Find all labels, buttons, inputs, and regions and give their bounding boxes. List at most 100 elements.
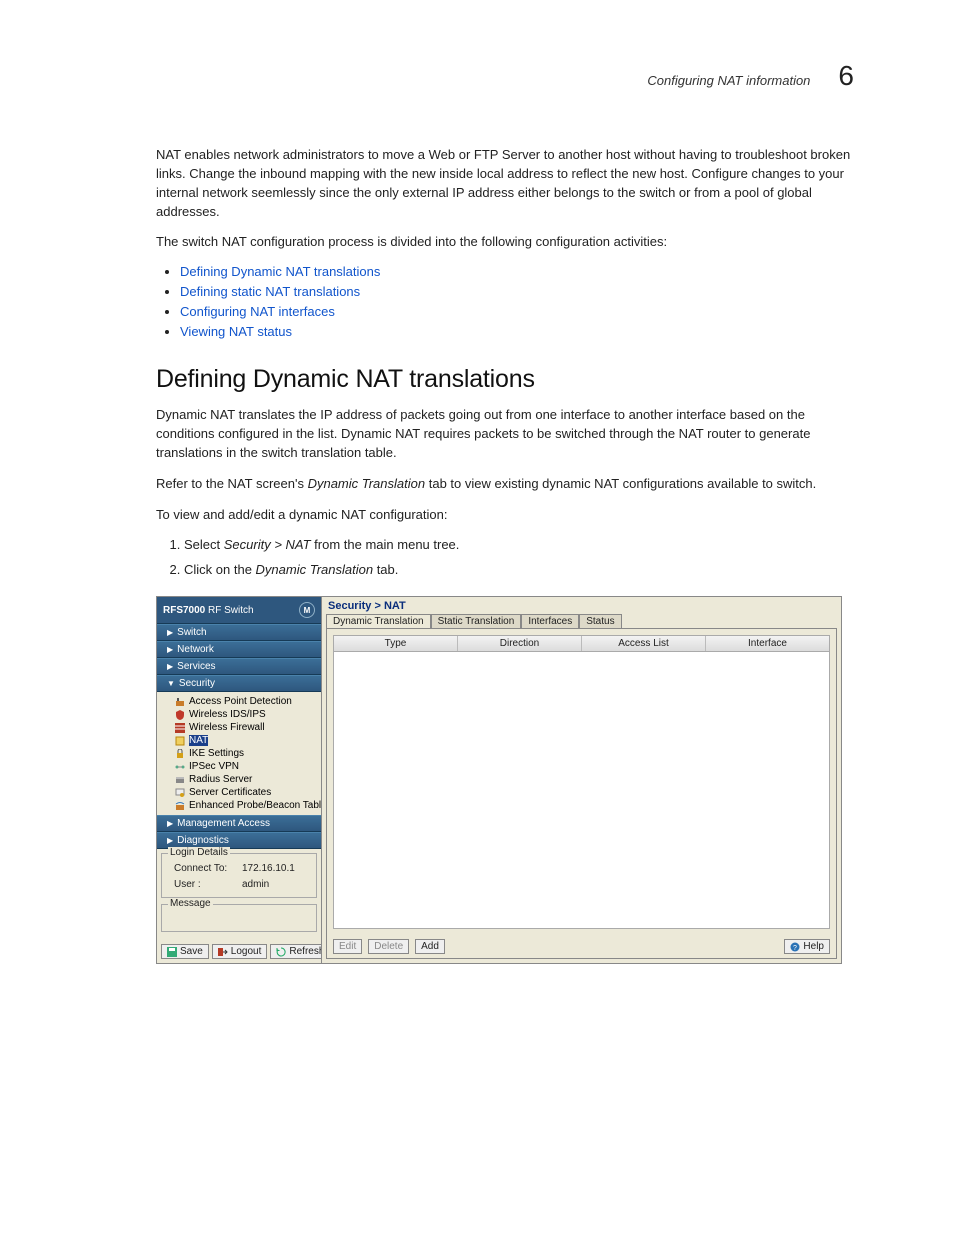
tab-bar: Dynamic Translation Static Translation I… xyxy=(322,614,841,628)
document-content: NAT enables network administrators to mo… xyxy=(156,146,854,964)
sidebar-item-management-access[interactable]: ▶ Management Access xyxy=(157,815,321,832)
step-2: Click on the Dynamic Translation tab. xyxy=(184,561,854,580)
step-1-em: Security > NAT xyxy=(224,537,311,552)
chevron-down-icon: ▼ xyxy=(167,679,175,688)
tree-item-ipsec-vpn[interactable]: IPSec VPN xyxy=(157,760,321,773)
tab-status[interactable]: Status xyxy=(579,614,621,628)
step-2-pre: Click on the xyxy=(184,562,256,577)
edit-button: Edit xyxy=(333,939,362,954)
sidebar-item-label: Services xyxy=(177,661,215,672)
device-label: RFS7000 RF Switch xyxy=(163,605,254,616)
tree-item-server-certificates[interactable]: Server Certificates xyxy=(157,786,321,799)
tree-item-label: NAT xyxy=(189,735,208,746)
tree-item-nat[interactable]: NAT xyxy=(157,734,321,747)
intro-paragraph: NAT enables network administrators to mo… xyxy=(156,146,854,221)
logout-button-label: Logout xyxy=(231,946,262,957)
column-type[interactable]: Type xyxy=(334,636,458,651)
add-button[interactable]: Add xyxy=(415,939,445,954)
login-row-connect: Connect To: 172.16.10.1 xyxy=(168,863,310,874)
sidebar-item-label: Switch xyxy=(177,627,206,638)
sidebar-button-bar: Save Logout Refresh xyxy=(157,940,321,963)
main-panel: Security > NAT Dynamic Translation Stati… xyxy=(321,597,841,963)
step-1: Select Security > NAT from the main menu… xyxy=(184,536,854,555)
chevron-right-icon: ▶ xyxy=(167,662,173,671)
tree-item-probe-beacon[interactable]: Enhanced Probe/Beacon Table xyxy=(157,799,321,812)
section-p3: To view and add/edit a dynamic NAT confi… xyxy=(156,506,854,525)
help-button-label: Help xyxy=(803,941,824,952)
sidebar-tree-security: Access Point Detection Wireless IDS/IPS … xyxy=(157,692,321,815)
app-window: RFS7000 RF Switch M ▶ Switch ▶ Network ▶… xyxy=(156,596,842,964)
link-nat-interfaces[interactable]: Configuring NAT interfaces xyxy=(180,304,335,319)
sidebar-item-security[interactable]: ▼ Security xyxy=(157,675,321,692)
tree-item-label: Wireless IDS/IPS xyxy=(189,709,266,720)
breadcrumb: Security > NAT xyxy=(322,597,841,614)
chevron-right-icon: ▶ xyxy=(167,819,173,828)
step-1-pre: Select xyxy=(184,537,224,552)
sidebar-title: RFS7000 RF Switch M xyxy=(157,597,321,624)
table-header: Type Direction Access List Interface xyxy=(334,636,829,652)
sidebar-item-label: Network xyxy=(177,644,214,655)
login-value: 172.16.10.1 xyxy=(242,863,295,874)
tree-item-radius-server[interactable]: Radius Server xyxy=(157,773,321,786)
section-p2-pre: Refer to the NAT screen's xyxy=(156,476,308,491)
link-nat-status[interactable]: Viewing NAT status xyxy=(180,324,292,339)
sidebar-item-label: Security xyxy=(179,678,215,689)
column-direction[interactable]: Direction xyxy=(458,636,582,651)
tab-panel: Type Direction Access List Interface Edi… xyxy=(326,628,837,959)
panel-button-bar: Edit Delete Add ? Help xyxy=(327,935,836,958)
save-button[interactable]: Save xyxy=(161,944,209,959)
tree-item-wireless-ids[interactable]: Wireless IDS/IPS xyxy=(157,708,321,721)
page-header: Configuring NAT information 6 xyxy=(100,60,854,92)
shield-icon xyxy=(175,710,185,720)
sidebar-item-switch[interactable]: ▶ Switch xyxy=(157,624,321,641)
ap-icon xyxy=(175,697,185,707)
tab-dynamic-translation[interactable]: Dynamic Translation xyxy=(326,614,431,628)
login-key: User : xyxy=(174,879,232,890)
save-icon xyxy=(167,947,177,957)
intro-lead: The switch NAT configuration process is … xyxy=(156,233,854,252)
logout-button[interactable]: Logout xyxy=(212,944,268,959)
link-static-nat[interactable]: Defining static NAT translations xyxy=(180,284,360,299)
chapter-number: 6 xyxy=(838,60,854,92)
vpn-icon xyxy=(175,762,185,772)
delete-button: Delete xyxy=(368,939,409,954)
message-box: Message xyxy=(161,904,317,932)
steps-list: Select Security > NAT from the main menu… xyxy=(156,536,854,580)
tree-item-label: Server Certificates xyxy=(189,787,271,798)
message-legend: Message xyxy=(168,898,213,909)
tree-item-label: IKE Settings xyxy=(189,748,244,759)
probe-icon xyxy=(175,801,185,811)
tree-item-label: Access Point Detection xyxy=(189,696,292,707)
login-legend: Login Details xyxy=(168,847,230,858)
login-key: Connect To: xyxy=(174,863,232,874)
tree-item-label: IPSec VPN xyxy=(189,761,239,772)
section-p2-em: Dynamic Translation xyxy=(308,476,426,491)
tree-item-label: Wireless Firewall xyxy=(189,722,265,733)
chevron-right-icon: ▶ xyxy=(167,836,173,845)
tab-static-translation[interactable]: Static Translation xyxy=(431,614,522,628)
sidebar-item-label: Diagnostics xyxy=(177,835,229,846)
nat-table: Type Direction Access List Interface xyxy=(333,635,830,929)
tree-item-ap-detection[interactable]: Access Point Detection xyxy=(157,695,321,708)
help-button[interactable]: ? Help xyxy=(784,939,830,954)
chevron-right-icon: ▶ xyxy=(167,645,173,654)
tree-item-label: Enhanced Probe/Beacon Table xyxy=(189,800,327,811)
step-2-post: tab. xyxy=(373,562,398,577)
refresh-button-label: Refresh xyxy=(289,946,324,957)
link-dynamic-nat[interactable]: Defining Dynamic NAT translations xyxy=(180,264,380,279)
sidebar-item-network[interactable]: ▶ Network xyxy=(157,641,321,658)
tree-item-label: Radius Server xyxy=(189,774,252,785)
link-list: Defining Dynamic NAT translations Defini… xyxy=(156,264,854,339)
tree-item-ike-settings[interactable]: IKE Settings xyxy=(157,747,321,760)
device-label-rest: RF Switch xyxy=(205,605,253,616)
tree-item-wireless-firewall[interactable]: Wireless Firewall xyxy=(157,721,321,734)
firewall-icon xyxy=(175,723,185,733)
help-icon: ? xyxy=(790,942,800,952)
sidebar: RFS7000 RF Switch M ▶ Switch ▶ Network ▶… xyxy=(157,597,321,963)
column-interface[interactable]: Interface xyxy=(706,636,829,651)
column-access-list[interactable]: Access List xyxy=(582,636,706,651)
device-label-bold: RFS7000 xyxy=(163,605,205,616)
tab-interfaces[interactable]: Interfaces xyxy=(521,614,579,628)
section-p2-post: tab to view existing dynamic NAT configu… xyxy=(425,476,816,491)
sidebar-item-services[interactable]: ▶ Services xyxy=(157,658,321,675)
